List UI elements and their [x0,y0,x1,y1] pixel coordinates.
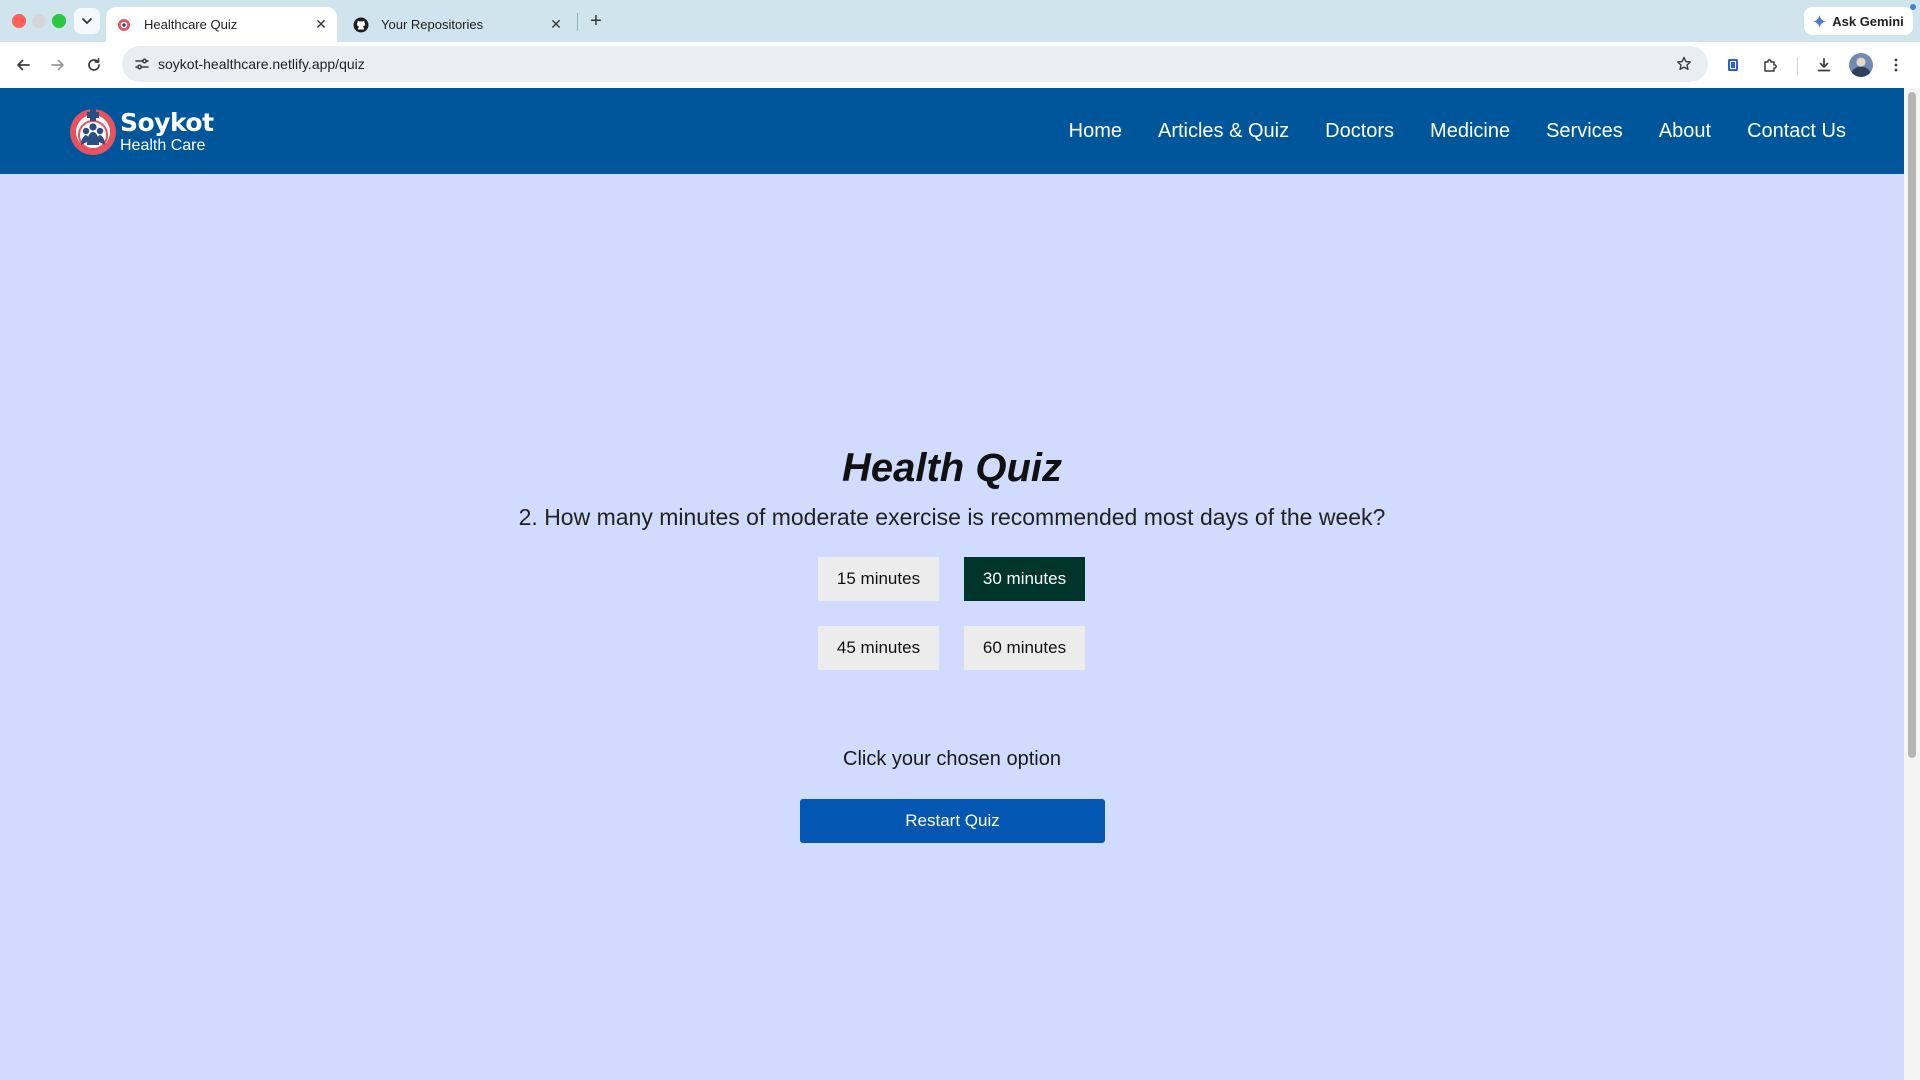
tab-title: Healthcare Quiz [144,17,238,32]
nav-link-articles-quiz[interactable]: Articles & Quiz [1158,120,1289,143]
browser-toolbar: soykot-healthcare.netlify.app/quiz [0,42,1920,88]
logo-subtitle: Health Care [120,137,206,154]
site-logo[interactable]: Soykot Health Care [68,105,218,159]
site-favicon-icon [116,17,132,33]
site-settings-button[interactable] [130,52,154,76]
logo-brand-text: Soykot [120,108,214,137]
site-header: Soykot Health Care Home Articles & Quiz … [0,88,1904,174]
toolbar-divider [1797,57,1798,75]
reload-button[interactable] [82,53,106,77]
ask-gemini-button[interactable]: Ask Gemini [1804,7,1913,35]
notification-dot [1910,4,1916,10]
gemini-sparkle-icon [1813,14,1827,28]
url-text[interactable]: soykot-healthcare.netlify.app/quiz [158,56,365,72]
extension-button[interactable] [1721,53,1745,77]
tab-search-button[interactable] [74,8,100,34]
back-button[interactable] [11,53,35,77]
puzzle-icon [1764,59,1777,72]
close-tab-icon[interactable]: ✕ [311,15,331,35]
quiz-question: 2. How many minutes of moderate exercise… [518,504,1386,530]
main-navigation: Home Articles & Quiz Doctors Medicine Se… [1069,88,1846,174]
browser-menu-button[interactable] [1884,53,1908,77]
star-icon [1677,56,1691,71]
close-tab-icon[interactable]: ✕ [546,15,566,35]
maximize-window-button[interactable] [52,14,66,28]
ask-gemini-label: Ask Gemini [1832,13,1904,29]
extension-icon [1728,59,1738,71]
scrollbar-thumb[interactable] [1908,92,1916,758]
downloads-button[interactable] [1812,53,1836,77]
new-tab-button[interactable]: + [584,9,608,33]
back-arrow-icon [17,59,30,71]
logo-mark-icon [70,109,116,155]
extensions-menu-button[interactable] [1759,53,1783,77]
nav-link-contact-us[interactable]: Contact Us [1747,120,1846,143]
nav-link-about[interactable]: About [1659,120,1711,143]
quiz-title: Health Quiz [841,446,1063,490]
quiz-section: Health Quiz 2. How many minutes of moder… [0,174,1904,1080]
more-vertical-icon [1894,58,1898,72]
tab-your-repositories[interactable]: Your Repositories ✕ [343,7,572,42]
bookmark-button[interactable] [1672,52,1696,76]
nav-link-services[interactable]: Services [1546,120,1623,143]
address-bar[interactable]: soykot-healthcare.netlify.app/quiz [122,46,1708,82]
restart-quiz-button[interactable]: Restart Quiz [800,799,1105,843]
profile-avatar[interactable] [1849,53,1873,77]
download-icon [1817,58,1831,72]
close-window-button[interactable] [12,14,26,28]
option-60-minutes[interactable]: 60 minutes [964,626,1085,670]
quiz-instruction: Click your chosen option [843,748,1061,770]
forward-arrow-icon [51,59,64,71]
option-45-minutes[interactable]: 45 minutes [818,626,939,670]
chevron-down-icon [82,18,92,25]
reload-icon [88,57,100,71]
page-scrollbar[interactable] [1904,88,1920,1080]
minimize-window-button[interactable] [32,14,46,28]
github-icon [353,17,369,33]
site-settings-icon [135,58,149,70]
browser-tab-strip: Healthcare Quiz ✕ Your Repositories ✕ + … [0,0,1920,42]
forward-button[interactable] [46,53,70,77]
nav-link-medicine[interactable]: Medicine [1430,120,1510,143]
tab-healthcare-quiz[interactable]: Healthcare Quiz ✕ [106,7,337,42]
nav-link-doctors[interactable]: Doctors [1325,120,1394,143]
option-15-minutes[interactable]: 15 minutes [818,557,939,601]
nav-link-home[interactable]: Home [1069,120,1122,143]
tab-divider [577,13,578,31]
option-30-minutes[interactable]: 30 minutes [964,557,1085,601]
tab-title: Your Repositories [381,17,484,32]
